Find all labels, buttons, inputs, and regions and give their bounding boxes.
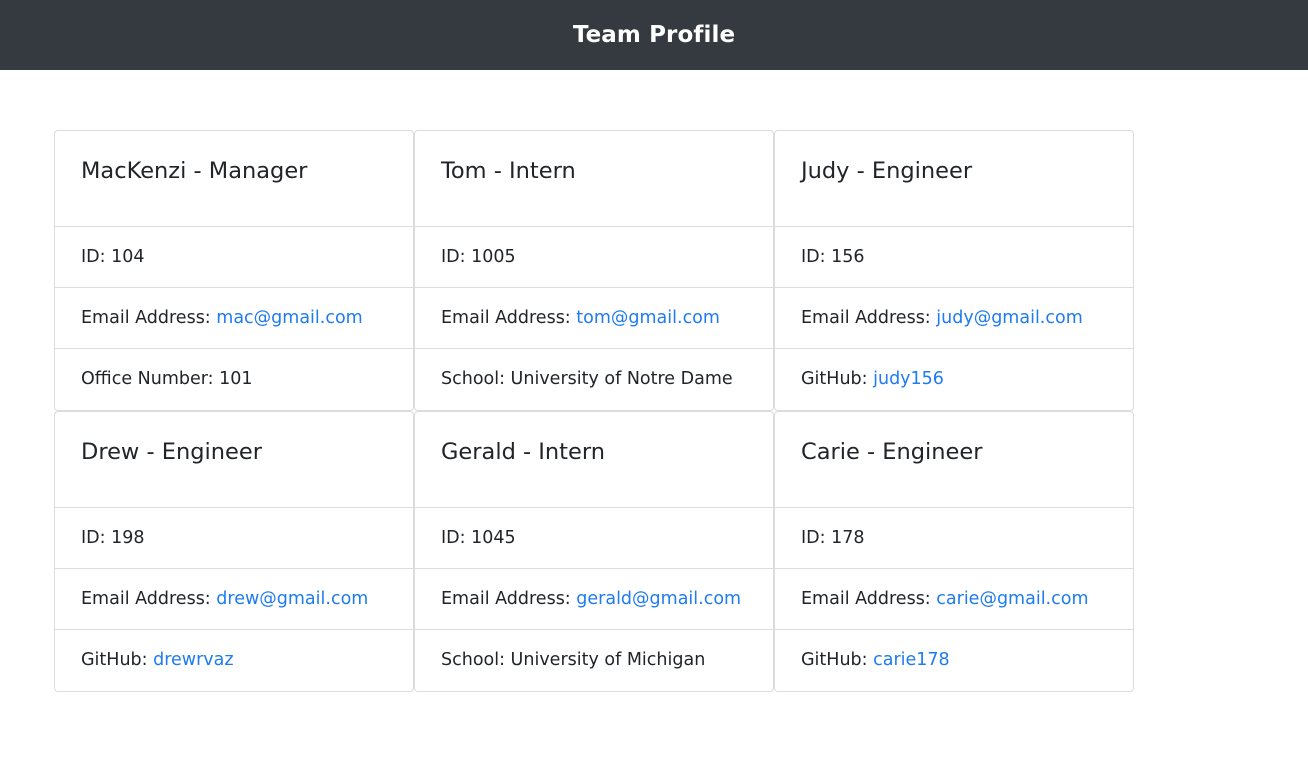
- employee-name-role: Judy - Engineer: [775, 131, 1133, 227]
- employee-id: ID: 1045: [415, 508, 773, 569]
- employee-card: Carie - Engineer ID: 178 Email Address: …: [774, 411, 1134, 692]
- email-link[interactable]: judy@gmail.com: [936, 308, 1082, 328]
- employee-card: Tom - Intern ID: 1005 Email Address: tom…: [414, 130, 774, 411]
- email-label: Email Address:: [81, 308, 217, 328]
- page-title: Team Profile: [572, 22, 736, 48]
- email-label: Email Address:: [801, 589, 937, 609]
- employee-email-row: Email Address: judy@gmail.com: [775, 288, 1133, 349]
- email-label: Email Address:: [81, 589, 217, 609]
- employee-extra-row: School: University of Michigan: [415, 630, 773, 691]
- email-label: Email Address:: [441, 589, 577, 609]
- extra-label: School: University of Notre Dame: [441, 369, 733, 389]
- extra-label: School: University of Michigan: [441, 650, 706, 670]
- employee-id: ID: 1005: [415, 227, 773, 288]
- extra-label: GitHub:: [801, 369, 874, 389]
- employee-id: ID: 156: [775, 227, 1133, 288]
- employee-extra-row: GitHub: drewrvaz: [55, 630, 413, 691]
- extra-label: GitHub:: [801, 650, 874, 670]
- github-link[interactable]: judy156: [873, 369, 944, 389]
- github-link[interactable]: drewrvaz: [153, 650, 233, 670]
- employee-card: Drew - Engineer ID: 198 Email Address: d…: [54, 411, 414, 692]
- employee-name-role: Carie - Engineer: [775, 412, 1133, 508]
- employee-card: Judy - Engineer ID: 156 Email Address: j…: [774, 130, 1134, 411]
- extra-label: Office Number: 101: [81, 369, 253, 389]
- employee-id: ID: 198: [55, 508, 413, 569]
- employee-id: ID: 104: [55, 227, 413, 288]
- employee-name-role: Drew - Engineer: [55, 412, 413, 508]
- team-cards-grid: MacKenzi - Manager ID: 104 Email Address…: [54, 130, 1134, 692]
- employee-card: Gerald - Intern ID: 1045 Email Address: …: [414, 411, 774, 692]
- employee-email-row: Email Address: carie@gmail.com: [775, 569, 1133, 630]
- employee-card: MacKenzi - Manager ID: 104 Email Address…: [54, 130, 414, 411]
- employee-extra-row: GitHub: judy156: [775, 349, 1133, 410]
- employee-extra-row: Office Number: 101: [55, 349, 413, 410]
- github-link[interactable]: carie178: [873, 650, 950, 670]
- extra-label: GitHub:: [81, 650, 154, 670]
- employee-id: ID: 178: [775, 508, 1133, 569]
- employee-email-row: Email Address: gerald@gmail.com: [415, 569, 773, 630]
- email-label: Email Address:: [441, 308, 577, 328]
- employee-name-role: Gerald - Intern: [415, 412, 773, 508]
- employee-extra-row: GitHub: carie178: [775, 630, 1133, 691]
- email-link[interactable]: gerald@gmail.com: [576, 589, 741, 609]
- employee-email-row: Email Address: drew@gmail.com: [55, 569, 413, 630]
- email-link[interactable]: carie@gmail.com: [936, 589, 1088, 609]
- navbar: Team Profile: [0, 0, 1308, 70]
- email-link[interactable]: mac@gmail.com: [216, 308, 362, 328]
- email-link[interactable]: tom@gmail.com: [576, 308, 720, 328]
- employee-name-role: MacKenzi - Manager: [55, 131, 413, 227]
- employee-extra-row: School: University of Notre Dame: [415, 349, 773, 410]
- email-label: Email Address:: [801, 308, 937, 328]
- employee-email-row: Email Address: mac@gmail.com: [55, 288, 413, 349]
- employee-name-role: Tom - Intern: [415, 131, 773, 227]
- email-link[interactable]: drew@gmail.com: [216, 589, 368, 609]
- employee-email-row: Email Address: tom@gmail.com: [415, 288, 773, 349]
